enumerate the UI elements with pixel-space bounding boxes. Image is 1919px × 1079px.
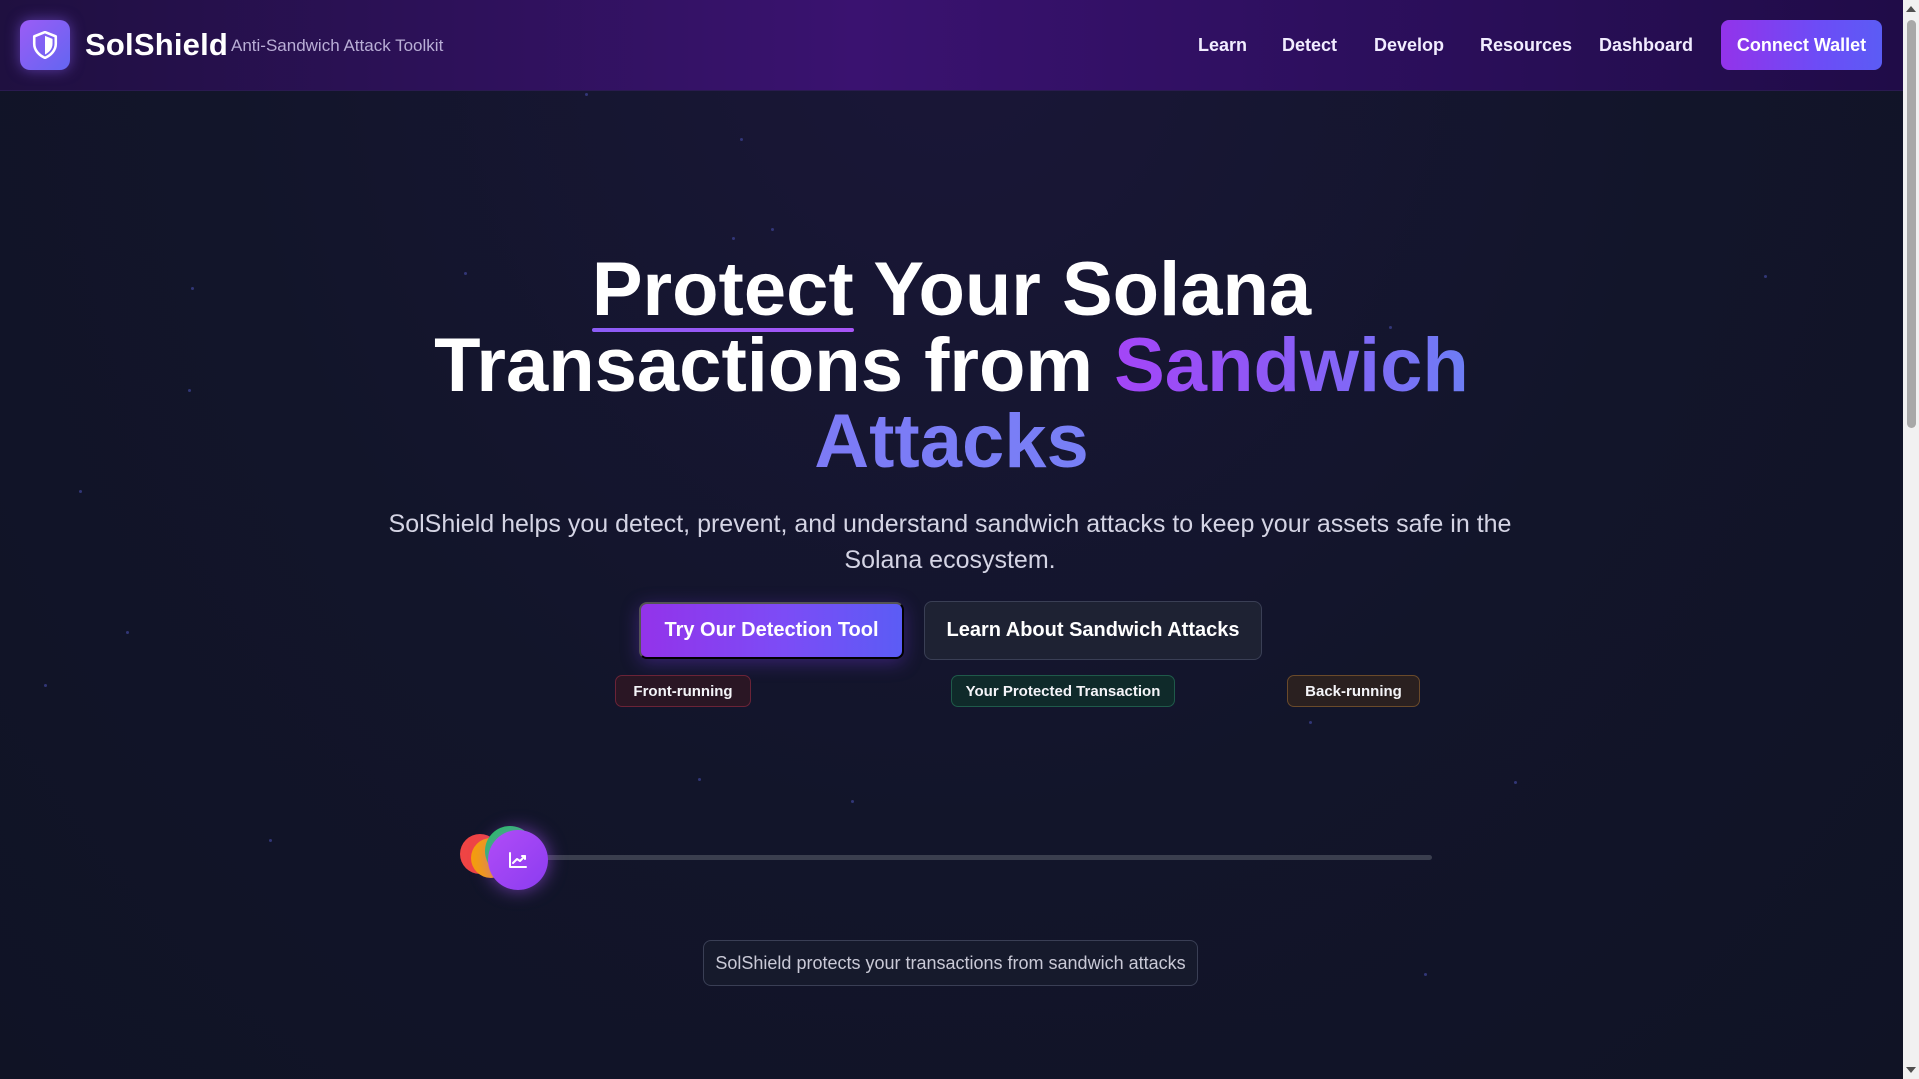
nav-detect[interactable]: Detect	[1282, 35, 1337, 56]
star-decoration	[771, 228, 774, 231]
connect-wallet-button[interactable]: Connect Wallet	[1721, 20, 1882, 70]
star-decoration	[44, 684, 47, 687]
nav-learn[interactable]: Learn	[1198, 35, 1247, 56]
hero-subtitle: SolShield helps you detect, prevent, and…	[388, 510, 1512, 574]
star-decoration	[851, 800, 854, 803]
hero-title: Protect Your Solana Transactions from Sa…	[0, 252, 1903, 480]
back-running-pill: Back-running	[1287, 675, 1420, 707]
hero-title-line-3: Attacks	[0, 404, 1903, 480]
nav-resources[interactable]: Resources	[1480, 35, 1572, 56]
scrollbar-thumb[interactable]	[1907, 20, 1916, 428]
star-decoration	[1424, 973, 1427, 976]
shield-icon	[32, 31, 58, 59]
hero-title-highlight: Protect	[591, 247, 854, 332]
front-running-pill: Front-running	[615, 675, 751, 707]
scroll-up-arrow-icon[interactable]	[1906, 6, 1916, 12]
star-decoration	[732, 237, 735, 240]
hero-title-line-2-gradient: Sandwich	[1114, 323, 1469, 408]
brand-name[interactable]: SolShield	[85, 27, 228, 63]
star-decoration	[1514, 781, 1517, 784]
chart-line-icon	[509, 852, 527, 868]
star-decoration	[126, 631, 129, 634]
transaction-track	[520, 855, 1432, 860]
star-decoration	[1309, 721, 1312, 724]
star-decoration	[698, 778, 701, 781]
brand-tagline: Anti-Sandwich Attack Toolkit	[231, 36, 444, 55]
hero-title-line-2: Transactions from Sandwich	[0, 328, 1903, 404]
hero-title-line-2-plain: Transactions from	[434, 323, 1115, 408]
star-decoration	[269, 839, 272, 842]
star-decoration	[740, 138, 743, 141]
nav-develop[interactable]: Develop	[1374, 35, 1444, 56]
hero-title-line-1-rest: Your Solana	[853, 247, 1312, 332]
protected-transaction-pill: Your Protected Transaction	[951, 675, 1175, 707]
detection-tool-button[interactable]: Try Our Detection Tool	[639, 602, 904, 659]
transaction-marker	[488, 830, 548, 890]
scroll-down-arrow-icon[interactable]	[1906, 1067, 1916, 1073]
logo[interactable]	[20, 20, 70, 70]
nav-dashboard[interactable]: Dashboard	[1599, 35, 1693, 56]
diagram-caption: SolShield protects your transactions fro…	[703, 940, 1198, 986]
star-decoration	[585, 93, 588, 96]
page: SolShield Anti-Sandwich Attack Toolkit L…	[0, 0, 1903, 1079]
top-navbar: SolShield Anti-Sandwich Attack Toolkit L…	[0, 0, 1903, 91]
learn-sandwich-button[interactable]: Learn About Sandwich Attacks	[924, 601, 1262, 660]
page-scrollbar[interactable]	[1903, 0, 1919, 1079]
hero-title-line-1: Protect Your Solana	[0, 247, 1903, 332]
star-decoration	[79, 490, 82, 493]
